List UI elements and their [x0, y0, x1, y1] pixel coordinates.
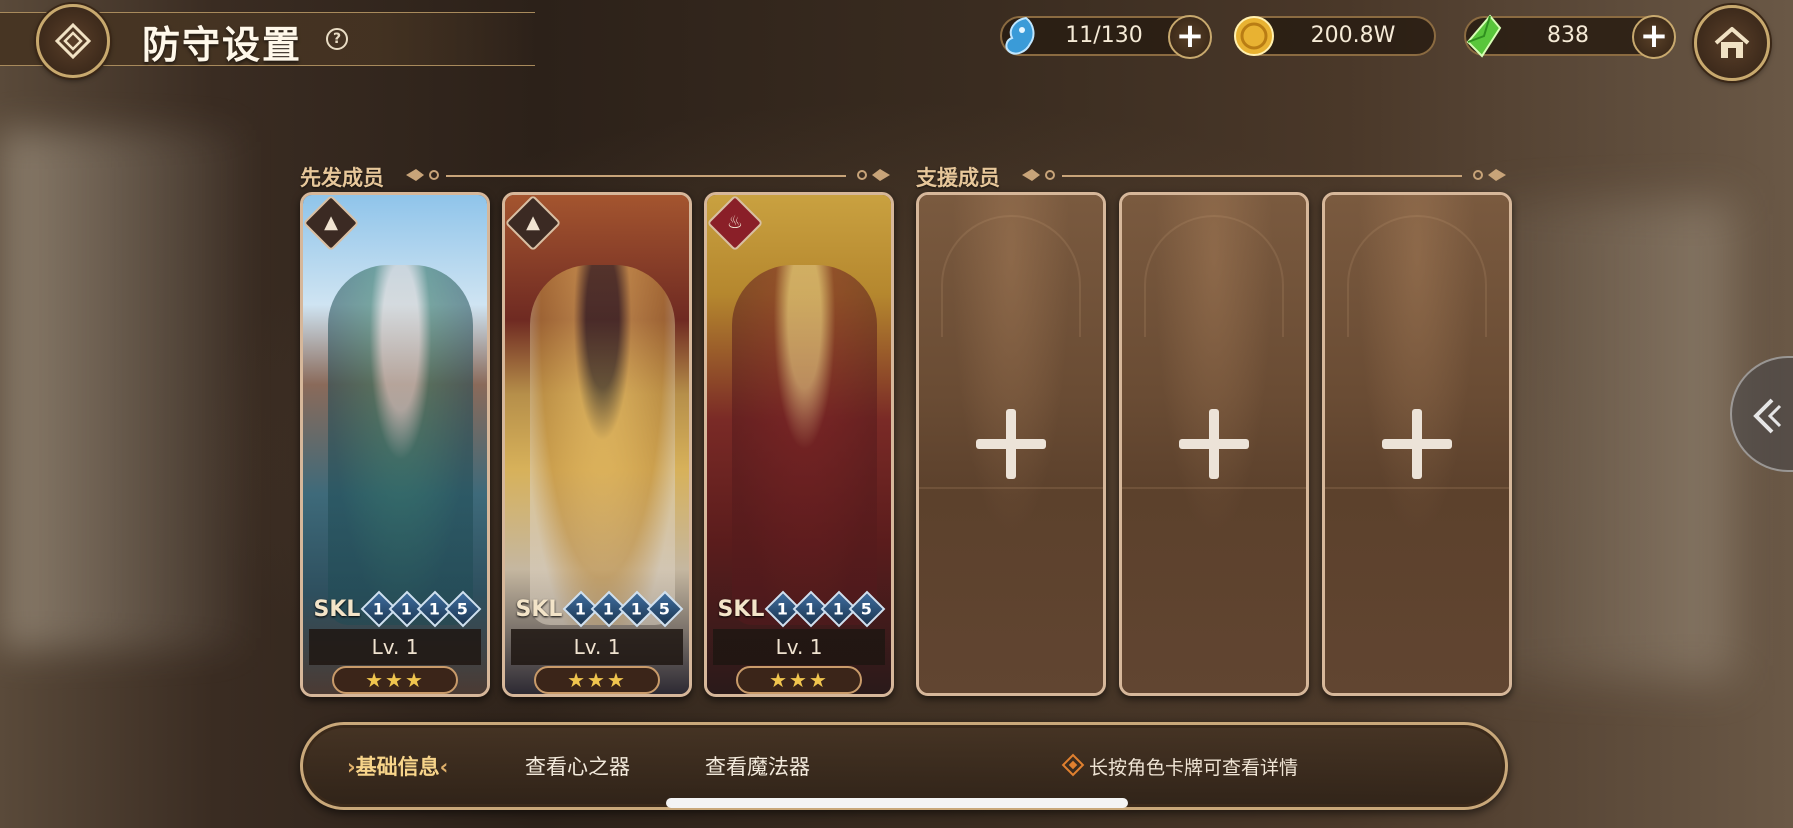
gem-resource: 838 +: [1464, 14, 1676, 59]
tab-magic-device[interactable]: 查看魔法器: [705, 751, 810, 781]
support-section-header: 支援成员: [916, 162, 1510, 190]
back-button[interactable]: [36, 4, 110, 78]
add-gem-button[interactable]: +: [1632, 15, 1676, 59]
skill-levels: SKL 1 1 1 5: [707, 590, 891, 628]
long-press-hint: 长按角色卡牌可查看详情: [1089, 757, 1299, 779]
starter-section-header: 先发成员: [300, 162, 894, 190]
star-rating: ★★★: [534, 666, 660, 694]
starter-section-label: 先发成员: [300, 166, 384, 190]
ornament-icon: [1022, 169, 1055, 181]
stamina-value: 11/130: [1065, 23, 1143, 48]
support-slot-2[interactable]: [1119, 192, 1309, 696]
stamina-resource: 11/130 +: [1000, 15, 1212, 59]
gem-value: 838: [1547, 23, 1589, 48]
ornament-icon: [1473, 169, 1506, 181]
chevron-left-icon: [1753, 398, 1782, 434]
starter-card-1[interactable]: ▲ SKL 1 1 1 5 Lv. 1 ★★★: [300, 192, 490, 697]
gold-resource: 200.8W: [1234, 16, 1436, 56]
add-member-icon: [1179, 409, 1249, 479]
starter-card-2[interactable]: ▲ SKL 1 1 1 5 Lv. 1 ★★★: [502, 192, 692, 697]
home-icon: [1714, 27, 1750, 58]
level-label: Lv. 1: [713, 629, 885, 665]
skill-levels: SKL 1 1 1 5: [505, 590, 689, 628]
page-title: 防守设置: [142, 23, 303, 67]
info-tab-bar: ›基础信息‹ 查看心之器 查看魔法器 长按角色卡牌可查看详情: [300, 722, 1508, 810]
add-member-icon: [1382, 409, 1452, 479]
starter-card-3[interactable]: ♨ SKL 1 1 1 5 Lv. 1 ★★★: [704, 192, 894, 697]
info-diamond-icon: [1061, 753, 1085, 777]
level-label: Lv. 1: [309, 629, 481, 665]
add-member-icon: [976, 409, 1046, 479]
star-rating: ★★★: [736, 666, 862, 694]
diamond-return-icon: [54, 22, 92, 60]
tab-basic-info[interactable]: ›基础信息‹: [347, 751, 448, 781]
support-slot-1[interactable]: [916, 192, 1106, 696]
home-button[interactable]: [1694, 5, 1770, 81]
gold-value: 200.8W: [1310, 23, 1396, 48]
skill-levels: SKL 1 1 1 5: [303, 590, 487, 628]
water-spirit-icon: [1005, 16, 1035, 55]
home-indicator[interactable]: [666, 798, 1128, 808]
tab-heart-device[interactable]: 查看心之器: [525, 751, 630, 781]
add-stamina-button[interactable]: +: [1168, 15, 1212, 59]
green-crystal-icon: [1466, 14, 1502, 58]
support-slot-3[interactable]: [1322, 192, 1512, 696]
background: [0, 0, 1793, 828]
ornament-icon: [857, 169, 890, 181]
gold-coin-icon: [1234, 16, 1274, 56]
support-section-label: 支援成员: [916, 166, 1000, 190]
level-label: Lv. 1: [511, 629, 683, 665]
ornament-icon: [406, 169, 439, 181]
question-circle-icon[interactable]: ?: [326, 28, 348, 50]
star-rating: ★★★: [332, 666, 458, 694]
